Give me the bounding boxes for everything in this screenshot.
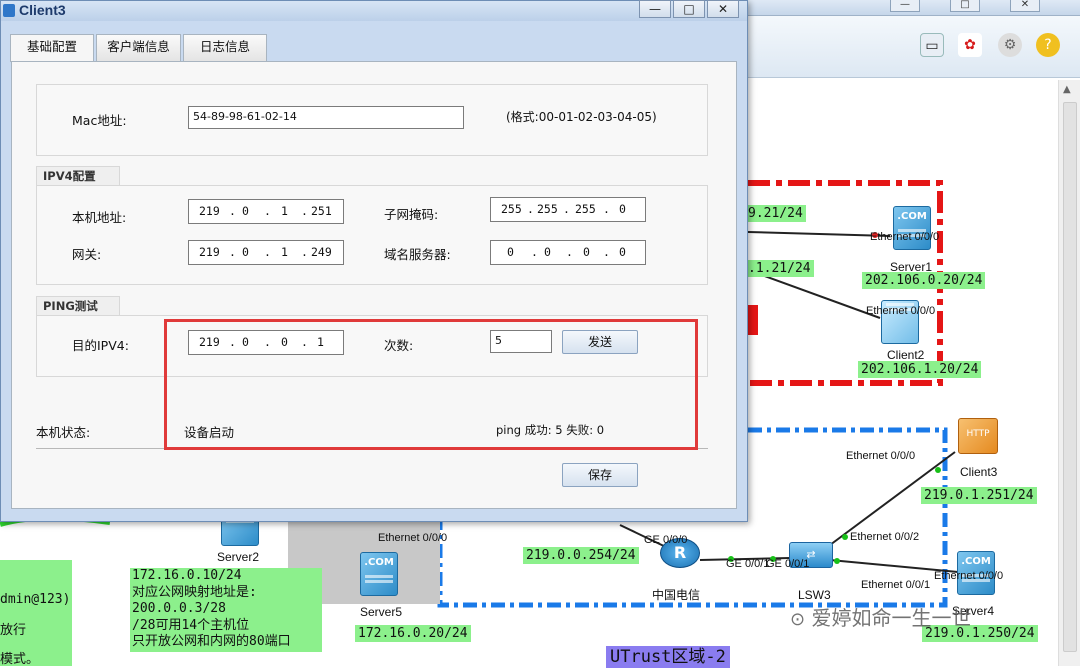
vertical-scrollbar[interactable]: ▲: [1058, 80, 1080, 666]
ping-group-title: PING测试: [36, 296, 120, 316]
scroll-thumb[interactable]: [1063, 102, 1077, 652]
client3-label: Client3: [960, 465, 998, 479]
save-button[interactable]: 保存: [562, 463, 638, 487]
server1-port-label: Ethernet 0/0/0: [870, 231, 940, 243]
scroll-up-arrow-icon[interactable]: ▲: [1063, 84, 1071, 95]
dialog-titlebar[interactable]: Client3 — □ ✕: [1, 0, 747, 21]
gateway-field[interactable]: 219. 0. 1. 249: [188, 240, 344, 265]
ip-label: 9.21/24: [745, 205, 806, 222]
dialog-close-button[interactable]: ✕: [707, 0, 739, 18]
dialog-title: Client3: [19, 2, 66, 18]
local-ip-field[interactable]: 219. 0. 1. 251: [188, 199, 344, 224]
server1-device[interactable]: .COM: [893, 206, 931, 250]
lsw3-port-p1: Ethernet 0/0/1: [861, 579, 931, 591]
zone-label: UTrust区域-2: [606, 646, 730, 668]
tab-basic-config[interactable]: 基础配置: [10, 34, 94, 62]
local-ip-label: 本机地址:: [72, 210, 127, 225]
ipv4-group-title: IPV4配置: [36, 166, 120, 186]
dialog-maximize-button[interactable]: □: [673, 0, 705, 18]
lsw3-port-p2: Ethernet 0/0/2: [850, 531, 920, 543]
dest-ipv4-label: 目的IPV4:: [72, 338, 129, 353]
tab-log-info[interactable]: 日志信息: [183, 34, 267, 61]
router-port-left: GE 0/0/0: [644, 534, 688, 546]
watermark: ⊙ 爱婷如命一生一世: [790, 606, 972, 630]
client3-port-label: Ethernet 0/0/0: [846, 450, 916, 462]
gateway-label: 网关:: [72, 247, 102, 262]
client2-label: Client2: [887, 348, 925, 362]
client2-port-label: Ethernet 0/0/0: [866, 305, 936, 317]
server5-label: Server5: [360, 605, 403, 619]
config-note-text: dmin@123) 放行 模式。: [0, 592, 71, 667]
wechat-logo-icon: ⊙: [790, 609, 806, 630]
client2-ip: 202.106.1.20/24: [858, 361, 982, 378]
client3-device[interactable]: HTTP: [958, 418, 998, 454]
subnet-mask-field[interactable]: 255. 255. 255. 0: [490, 197, 646, 222]
server5-port-label: Ethernet 0/0/0: [378, 532, 448, 544]
highlight-annotation-box: [164, 319, 698, 450]
com-icon: .COM: [897, 211, 927, 222]
lsw3-label: LSW3: [798, 588, 831, 602]
server5-device[interactable]: .COM: [360, 552, 398, 596]
subnet-label: 子网掩码:: [384, 207, 439, 222]
host-status-label: 本机状态:: [36, 425, 91, 440]
dns-label: 域名服务器:: [384, 247, 451, 262]
dialog-minimize-button[interactable]: —: [639, 0, 671, 18]
link-endpoint-dot: [842, 534, 848, 540]
server2-label: Server2: [217, 550, 260, 564]
ensp-app-icon: [3, 4, 15, 17]
router-label: 中国电信: [652, 588, 701, 602]
mac-label: Mac地址:: [72, 113, 127, 128]
router-ip: 219.0.0.254/24: [523, 547, 639, 564]
mac-address-field[interactable]: 54-89-98-61-02-14: [188, 106, 464, 129]
mapping-note-text: 172.16.0.10/24 对应公网映射地址是: 200.0.0.3/28 /…: [132, 568, 291, 649]
server1-ip: 202.106.0.20/24: [862, 272, 986, 289]
client3-ip: 219.0.1.251/24: [921, 487, 1037, 504]
link-endpoint-dot: [935, 467, 941, 473]
server5-ip: 172.16.0.20/24: [355, 625, 471, 642]
com-icon: .COM: [961, 556, 991, 567]
tab-client-info[interactable]: 客户端信息: [96, 34, 181, 61]
mac-format-hint: (格式:00-01-02-03-04-05): [506, 110, 657, 124]
http-icon: HTTP: [966, 429, 990, 439]
com-icon: .COM: [364, 557, 394, 568]
ip-label: .1.21/24: [745, 260, 814, 277]
router-port-right: GE 0/0/1: [726, 558, 770, 570]
dns-server-field[interactable]: 0.0.0.0: [490, 240, 646, 265]
server4-port-label: Ethernet 0/0/0: [934, 570, 1004, 582]
lsw3-port-left: GE 0/0/1: [766, 558, 810, 570]
link-endpoint-dot: [834, 558, 840, 564]
